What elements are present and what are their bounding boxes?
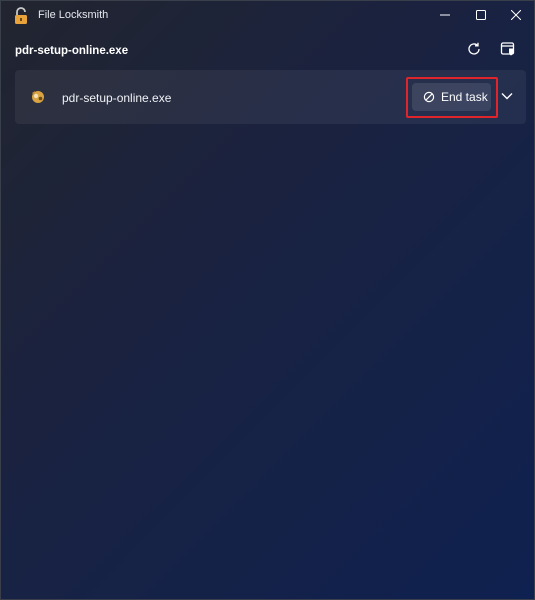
process-name: pdr-setup-online.exe: [62, 91, 172, 105]
title-bar[interactable]: File Locksmith: [1, 1, 534, 31]
file-locksmith-window: File Locksmith pdr-setup-online.exe pdr-…: [0, 0, 535, 600]
close-icon: [511, 10, 521, 20]
expand-button[interactable]: [499, 88, 515, 104]
restart-as-admin-button[interactable]: [493, 37, 523, 61]
close-button[interactable]: [498, 1, 534, 29]
chevron-down-icon: [501, 93, 513, 100]
page-title: pdr-setup-online.exe: [15, 45, 129, 57]
minimize-button[interactable]: [427, 1, 463, 29]
minimize-icon: [440, 14, 450, 16]
window-title: File Locksmith: [38, 9, 109, 21]
process-list-item[interactable]: pdr-setup-online.exe End task: [15, 70, 526, 124]
maximize-icon: [476, 10, 486, 20]
shield-window-icon: [500, 42, 515, 56]
end-task-button[interactable]: End task: [412, 83, 491, 111]
refresh-button[interactable]: [459, 37, 489, 61]
process-icon: [29, 88, 47, 106]
blocked-circle-icon: [423, 91, 435, 103]
end-task-label: End task: [441, 90, 488, 104]
refresh-icon: [468, 42, 480, 55]
maximize-button[interactable]: [463, 1, 499, 29]
lock-icon: [13, 7, 29, 25]
